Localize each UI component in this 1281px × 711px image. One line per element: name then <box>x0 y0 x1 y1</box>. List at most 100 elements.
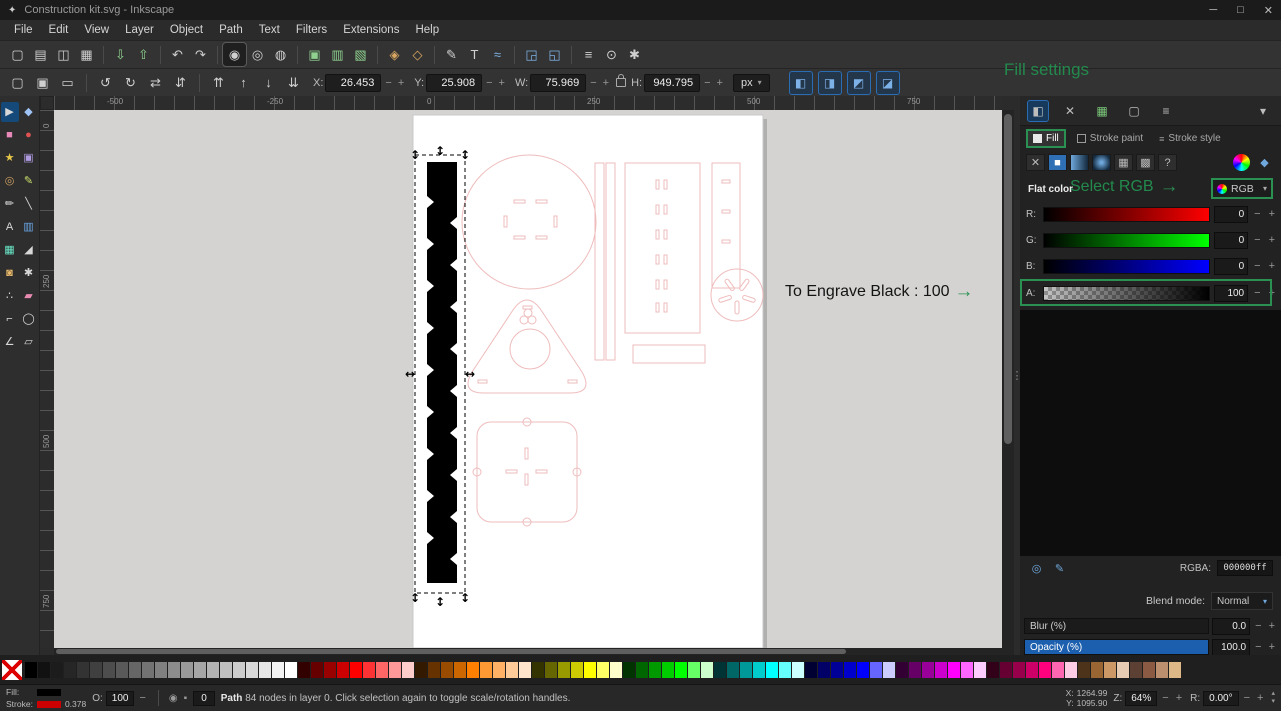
no-paint-icon[interactable]: ✕ <box>1026 154 1045 171</box>
canvas[interactable]: ↕ ↕ ↕ ↕ ↕ ↕ ↔ ↔ <box>54 110 1002 648</box>
unknown-paint-icon[interactable]: ? <box>1158 154 1177 171</box>
fill-swatch[interactable] <box>36 688 61 696</box>
rotation-minus[interactable]: − <box>1242 692 1252 704</box>
x-input[interactable]: 26.453 <box>325 73 382 92</box>
flip-horizontal-icon[interactable]: ⇄ <box>144 71 167 94</box>
palette-swatch[interactable] <box>1078 661 1090 678</box>
palette-swatch[interactable] <box>896 661 908 678</box>
horizontal-scrollbar[interactable] <box>54 648 1002 655</box>
menu-file[interactable]: File <box>6 22 41 38</box>
box3d-tool[interactable]: ▣ <box>20 148 38 168</box>
palette-swatch[interactable] <box>857 661 869 678</box>
document-panel-icon[interactable]: ▢ <box>1124 101 1144 121</box>
transform-pattern-toggle[interactable]: ◪ <box>875 70 900 95</box>
palette-swatch[interactable] <box>922 661 934 678</box>
rgba-value[interactable]: 000000ff <box>1217 560 1273 576</box>
unlink-clone-icon[interactable]: ▧ <box>349 43 372 66</box>
lower-icon[interactable]: ↓ <box>257 71 280 94</box>
align-panel-icon[interactable]: ≡ <box>1156 101 1176 121</box>
pencil-tool[interactable]: ✎ <box>20 171 38 191</box>
print-icon[interactable]: ▦ <box>75 43 98 66</box>
palette-swatch[interactable] <box>948 661 960 678</box>
horizontal-ruler[interactable]: -500 -250 0 250 500 750 <box>54 96 1002 110</box>
minimize-button[interactable]: ─ <box>1209 4 1217 17</box>
ungroup-icon[interactable]: ◇ <box>406 43 429 66</box>
calligraphy-tool[interactable]: ╲ <box>20 194 38 214</box>
object-properties-icon[interactable]: ◱ <box>543 43 566 66</box>
raise-icon[interactable]: ↑ <box>232 71 255 94</box>
menu-object[interactable]: Object <box>162 22 211 38</box>
palette-swatch[interactable] <box>935 661 947 678</box>
palette-swatch[interactable] <box>1039 661 1051 678</box>
palette-swatch[interactable] <box>51 661 63 678</box>
mesh-tool[interactable]: ▦ <box>1 240 19 260</box>
palette-swatch[interactable] <box>675 661 687 678</box>
palette-swatch[interactable] <box>103 661 115 678</box>
green-value[interactable]: 0 <box>1214 231 1249 249</box>
red-value[interactable]: 0 <box>1214 205 1249 223</box>
layer-lock-icon[interactable]: ▪ <box>184 693 188 704</box>
panel-menu-icon[interactable]: ▾ <box>1253 101 1273 121</box>
palette-swatch[interactable] <box>844 661 856 678</box>
blue-plus[interactable]: + <box>1267 260 1277 272</box>
preferences-icon[interactable]: ✱ <box>623 43 646 66</box>
palette-swatch[interactable] <box>181 661 193 678</box>
palette-swatch[interactable] <box>1169 661 1181 678</box>
palette-swatch[interactable] <box>779 661 791 678</box>
close-panel-icon[interactable]: ✕ <box>1060 101 1080 121</box>
select-all-icon[interactable]: ▢ <box>6 71 29 94</box>
palette-swatch[interactable] <box>532 661 544 678</box>
opacity-slider[interactable]: Opacity (%) <box>1024 639 1210 655</box>
palette-swatch[interactable] <box>194 661 206 678</box>
pattern-icon[interactable]: ▦ <box>1114 154 1133 171</box>
y-minus[interactable]: − <box>484 77 494 89</box>
palette-swatch[interactable] <box>740 661 752 678</box>
statusbar-collapse-arrows[interactable]: ▴ ▾ <box>1271 690 1275 705</box>
align-dialog-icon[interactable]: ≡ <box>577 43 600 66</box>
duplicate-icon[interactable]: ▣ <box>303 43 326 66</box>
blue-minus[interactable]: − <box>1252 260 1262 272</box>
horizontal-scroll-thumb[interactable] <box>56 649 846 654</box>
undo-icon[interactable]: ↶ <box>166 43 189 66</box>
palette-swatch[interactable] <box>701 661 713 678</box>
raise-to-top-icon[interactable]: ⇈ <box>207 71 230 94</box>
selected-black-strip[interactable] <box>427 162 457 583</box>
zoom-page-icon[interactable]: ◍ <box>269 43 292 66</box>
green-slider[interactable] <box>1043 232 1211 248</box>
x-minus[interactable]: − <box>383 77 393 89</box>
palette-swatch[interactable] <box>298 661 310 678</box>
palette-swatch[interactable] <box>519 661 531 678</box>
palette-swatch[interactable] <box>688 661 700 678</box>
rotation-value[interactable]: 0.00° <box>1203 690 1239 706</box>
palette-swatch[interactable] <box>324 661 336 678</box>
opacity-plus[interactable]: + <box>1267 641 1277 653</box>
palette-swatch[interactable] <box>909 661 921 678</box>
palette-swatch[interactable] <box>129 661 141 678</box>
layer-visibility-icon[interactable]: ◉ <box>169 693 178 704</box>
alpha-value[interactable]: 100 <box>1214 284 1249 302</box>
rect-tool[interactable]: ■ <box>1 125 19 145</box>
flip-vertical-icon[interactable]: ⇵ <box>169 71 192 94</box>
palette-swatch[interactable] <box>402 661 414 678</box>
blur-slider[interactable]: Blur (%) <box>1024 618 1210 634</box>
zoom-minus[interactable]: − <box>1160 692 1170 704</box>
palette-swatch[interactable] <box>116 661 128 678</box>
measure-tool[interactable]: ∠ <box>1 332 19 352</box>
selector-tool[interactable]: ▶ <box>0 101 19 122</box>
close-button[interactable]: ✕ <box>1264 4 1273 17</box>
palette-swatch[interactable] <box>571 661 583 678</box>
palette-swatch[interactable] <box>155 661 167 678</box>
tab-stroke-style[interactable]: ≡ Stroke style <box>1154 131 1226 146</box>
palette-swatch[interactable] <box>38 661 50 678</box>
menu-help[interactable]: Help <box>407 22 447 38</box>
palette-swatch[interactable] <box>610 661 622 678</box>
palette-swatch[interactable] <box>350 661 362 678</box>
layer-selector[interactable]: 0 <box>193 690 215 706</box>
transform-corners-toggle[interactable]: ◨ <box>817 70 842 95</box>
blue-slider[interactable] <box>1043 258 1211 274</box>
palette-swatch[interactable] <box>870 661 882 678</box>
palette-swatch[interactable] <box>454 661 466 678</box>
pages-tool[interactable]: ▱ <box>20 332 38 352</box>
export-icon[interactable]: ⇧ <box>132 43 155 66</box>
palette-swatch[interactable] <box>25 661 37 678</box>
